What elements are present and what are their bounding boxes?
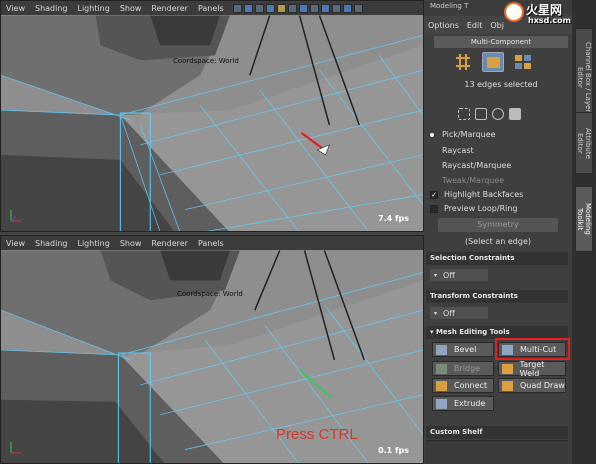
custom-shelf-area[interactable] [426, 440, 568, 464]
transform-constraints-header[interactable]: Transform Constraints [426, 290, 568, 303]
camera-icon[interactable] [232, 3, 242, 13]
symmetry-button[interactable]: Symmetry [438, 218, 558, 232]
lights-icon[interactable] [276, 3, 286, 13]
fps-counter: 0.1 fps [378, 446, 409, 455]
menu-lighting[interactable]: Lighting [72, 4, 114, 13]
menu-view[interactable]: View [1, 4, 30, 13]
highlight-backfaces-checkbox[interactable]: ✓ Highlight Backfaces [430, 190, 523, 199]
radio-icon [430, 164, 434, 168]
shadows-icon[interactable] [287, 3, 297, 13]
quad-draw-button[interactable]: Quad Draw [498, 378, 566, 393]
menu-shading[interactable]: Shading [30, 239, 73, 248]
tab-attribute-editor[interactable]: Attribute Editor [575, 112, 593, 174]
marquee-select-icon[interactable] [458, 108, 470, 120]
quad-draw-icon [502, 380, 513, 391]
safe-area-icon[interactable] [342, 3, 352, 13]
top-viewport[interactable]: View Shading Lighting Show Renderer Pane… [0, 0, 424, 232]
face-mode-icon[interactable] [512, 52, 534, 72]
smooth-shade-icon[interactable] [265, 3, 275, 13]
extrude-button[interactable]: Extrude [432, 396, 494, 411]
xray-icon[interactable] [309, 3, 319, 13]
viewport-toolbar-icons [232, 3, 363, 13]
dropdown-arrow-icon: ▾ [434, 271, 438, 279]
isolate-icon[interactable] [298, 3, 308, 13]
modeling-toolkit-panel: Modeling T 火星网 hxsd.com Options Edit Obj… [424, 0, 596, 464]
menu-edit[interactable]: Edit [463, 21, 487, 30]
radio-icon [430, 149, 434, 153]
menu-renderer[interactable]: Renderer [146, 239, 193, 248]
menu-lighting[interactable]: Lighting [72, 239, 114, 248]
menu-shading[interactable]: Shading [30, 4, 73, 13]
press-ctrl-annotation: Press CTRL [276, 426, 358, 443]
rotate-icon[interactable] [492, 108, 504, 120]
scale-icon[interactable] [509, 108, 521, 120]
bevel-button[interactable]: Bevel [432, 342, 494, 357]
menu-show[interactable]: Show [115, 4, 147, 13]
vertex-mode-icon[interactable] [452, 52, 474, 72]
tab-modeling-toolkit[interactable]: Modeling Toolkit [575, 186, 593, 252]
axis-gizmo [7, 207, 25, 227]
extrude-icon [436, 398, 447, 409]
move-icon[interactable] [475, 108, 487, 120]
menu-show[interactable]: Show [115, 239, 147, 248]
bridge-icon [436, 363, 447, 374]
preview-loop-checkbox[interactable]: Preview Loop/Ring [430, 204, 518, 213]
watermark-url: hxsd.com [528, 16, 571, 25]
axis-gizmo [7, 439, 25, 459]
component-mode-row [452, 52, 534, 72]
grid-icon[interactable] [243, 3, 253, 13]
viewport-menubar: View Shading Lighting Show Renderer Pane… [1, 1, 423, 15]
radio-selected-icon [430, 132, 434, 137]
dropdown-arrow-icon: ▾ [434, 309, 438, 317]
edge-mode-icon[interactable] [482, 52, 504, 72]
multi-cut-highlight [495, 338, 570, 360]
wireframe-icon[interactable] [254, 3, 264, 13]
menu-view[interactable]: View [1, 239, 30, 248]
bridge-button[interactable]: Bridge [432, 361, 494, 376]
viewport-scene[interactable] [1, 250, 423, 464]
custom-shelf-header[interactable]: Custom Shelf [426, 426, 568, 439]
menu-options[interactable]: Options [424, 21, 463, 30]
connect-icon [436, 380, 447, 391]
selection-constraints-header[interactable]: Selection Constraints [426, 252, 568, 265]
selection-count: 13 edges selected [464, 80, 538, 89]
option-raycast-marquee[interactable]: Raycast/Marquee [430, 161, 511, 170]
transform-constraints-dropdown[interactable]: ▾ Off [430, 307, 488, 319]
film-gate-icon[interactable] [331, 3, 341, 13]
menu-panels[interactable]: Panels [193, 4, 229, 13]
selection-constraints-dropdown[interactable]: ▾ Off [430, 269, 488, 281]
coordspace-label: Coordspace: World [173, 57, 239, 65]
watermark: 火星网 hxsd.com [502, 0, 596, 28]
connect-button[interactable]: Connect [432, 378, 494, 393]
selection-tools [458, 108, 521, 120]
viewport-menubar: View Shading Lighting Show Renderer Pane… [1, 236, 423, 250]
option-tweak-marquee[interactable]: Tweak/Marquee [430, 176, 504, 185]
bevel-icon [436, 344, 447, 355]
checkmark-icon: ✓ [430, 190, 438, 199]
fps-counter: 7.4 fps [378, 214, 409, 223]
watermark-logo-icon [504, 2, 524, 22]
resolution-gate-icon[interactable] [320, 3, 330, 13]
viewport-scene[interactable] [1, 15, 423, 232]
coordspace-label: Coordspace: World [177, 290, 243, 298]
target-weld-icon [502, 363, 513, 374]
option-raycast[interactable]: Raycast [430, 146, 474, 155]
option-pick-marquee[interactable]: Pick/Marquee [430, 130, 496, 139]
target-weld-button[interactable]: Target Weld [498, 360, 566, 378]
radio-icon [430, 179, 434, 183]
side-tab-strip: Channel Box / Layer Editor Attribute Edi… [572, 0, 596, 464]
select-edge-hint: (Select an edge) [465, 237, 531, 246]
menu-panels[interactable]: Panels [193, 239, 229, 248]
multi-component-button[interactable]: Multi-Component [434, 36, 568, 48]
hud-icon[interactable] [353, 3, 363, 13]
menu-renderer[interactable]: Renderer [146, 4, 193, 13]
bottom-viewport[interactable]: View Shading Lighting Show Renderer Pane… [0, 235, 424, 464]
